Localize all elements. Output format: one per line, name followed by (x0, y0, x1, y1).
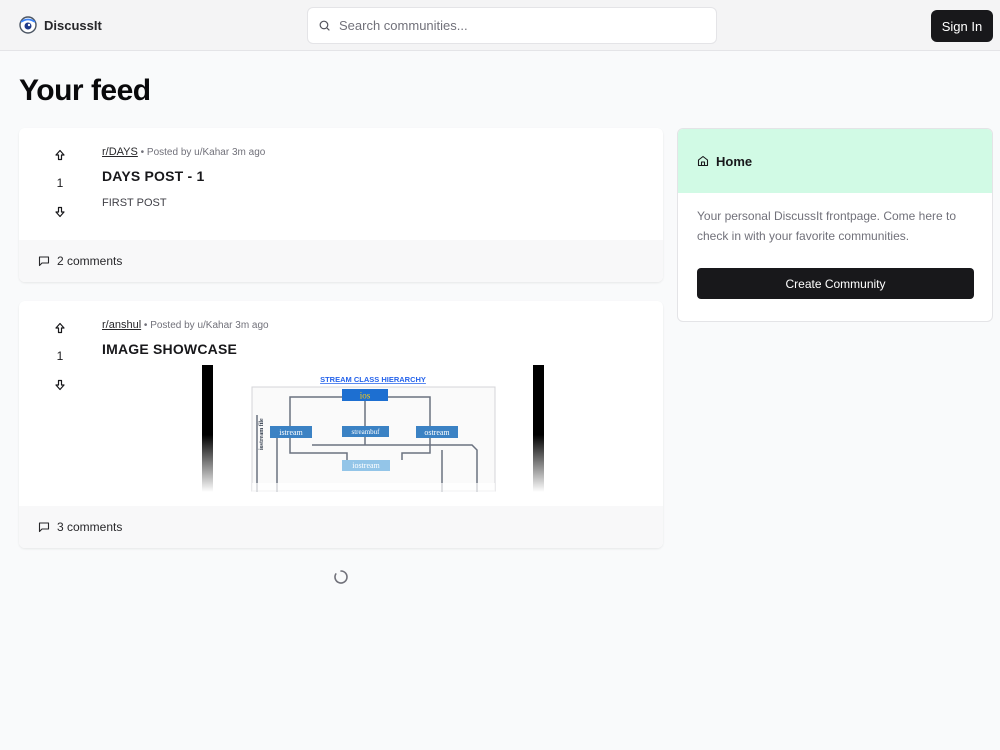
subreddit-link[interactable]: r/DAYS (102, 146, 138, 158)
downvote-icon[interactable] (54, 379, 66, 391)
search-icon (319, 20, 330, 31)
comments-link[interactable]: 2 comments (19, 240, 663, 282)
comment-icon (38, 522, 50, 533)
posted-by: Posted by u/Kahar 3m ago (150, 320, 269, 331)
diagram-side-label: iostream file (259, 418, 265, 450)
upvote-icon[interactable] (54, 149, 66, 161)
comments-count: 3 comments (57, 520, 123, 534)
diagram-node-ostream: ostream (424, 428, 450, 437)
stream-hierarchy-diagram: STREAM CLASS HIERARCHY ios istream strea… (251, 375, 496, 492)
brand-name: DiscussIt (44, 17, 102, 33)
brand-link[interactable]: DiscussIt (19, 16, 102, 34)
downvote-icon[interactable] (54, 206, 66, 218)
post-card[interactable]: 1 r/anshul • Posted by u/Kahar 3m ago IM… (19, 301, 663, 548)
sidebar-header: Home (678, 129, 992, 193)
navbar: DiscussIt Sign In (0, 0, 1000, 51)
diagram-heading: STREAM CLASS HIERARCHY (320, 375, 426, 384)
subreddit-link[interactable]: r/anshul (102, 319, 141, 331)
vote-controls: 1 (49, 322, 71, 391)
vote-count: 1 (56, 176, 64, 190)
sidebar-title: Home (716, 153, 753, 169)
page-title: Your feed (19, 74, 151, 107)
post-meta: r/anshul • Posted by u/Kahar 3m ago (102, 319, 269, 331)
diagram-node-istream: istream (279, 428, 303, 437)
search-box[interactable] (307, 7, 717, 44)
vote-count: 1 (56, 349, 64, 363)
diagram-node-streambuf: streambuf (352, 428, 381, 436)
loading-spinner-icon (334, 570, 348, 584)
home-icon (697, 155, 709, 167)
post-image[interactable]: STREAM CLASS HIERARCHY ios istream strea… (202, 365, 544, 492)
post-title[interactable]: IMAGE SHOWCASE (102, 341, 237, 357)
sidebar-description: Your personal DiscussIt frontpage. Come … (697, 209, 957, 243)
post-card[interactable]: 1 r/DAYS • Posted by u/Kahar 3m ago DAYS… (19, 128, 663, 282)
comments-link[interactable]: 3 comments (19, 506, 663, 548)
comment-icon (38, 256, 50, 267)
logo-icon (19, 16, 37, 34)
post-meta: r/DAYS • Posted by u/Kahar 3m ago (102, 146, 265, 158)
diagram-node-ios: ios (360, 391, 371, 401)
vote-controls: 1 (49, 149, 71, 218)
comments-count: 2 comments (57, 254, 123, 268)
search-input[interactable] (339, 18, 699, 33)
home-sidebar-card: Home Your personal DiscussIt frontpage. … (677, 128, 993, 322)
post-content: FIRST POST (102, 197, 167, 209)
diagram-node-iostream: iostream (352, 461, 380, 470)
sign-in-button[interactable]: Sign In (931, 10, 993, 42)
upvote-icon[interactable] (54, 322, 66, 334)
post-title[interactable]: DAYS POST - 1 (102, 168, 204, 184)
create-community-button[interactable]: Create Community (697, 268, 974, 299)
posted-by: Posted by u/Kahar 3m ago (146, 147, 266, 158)
